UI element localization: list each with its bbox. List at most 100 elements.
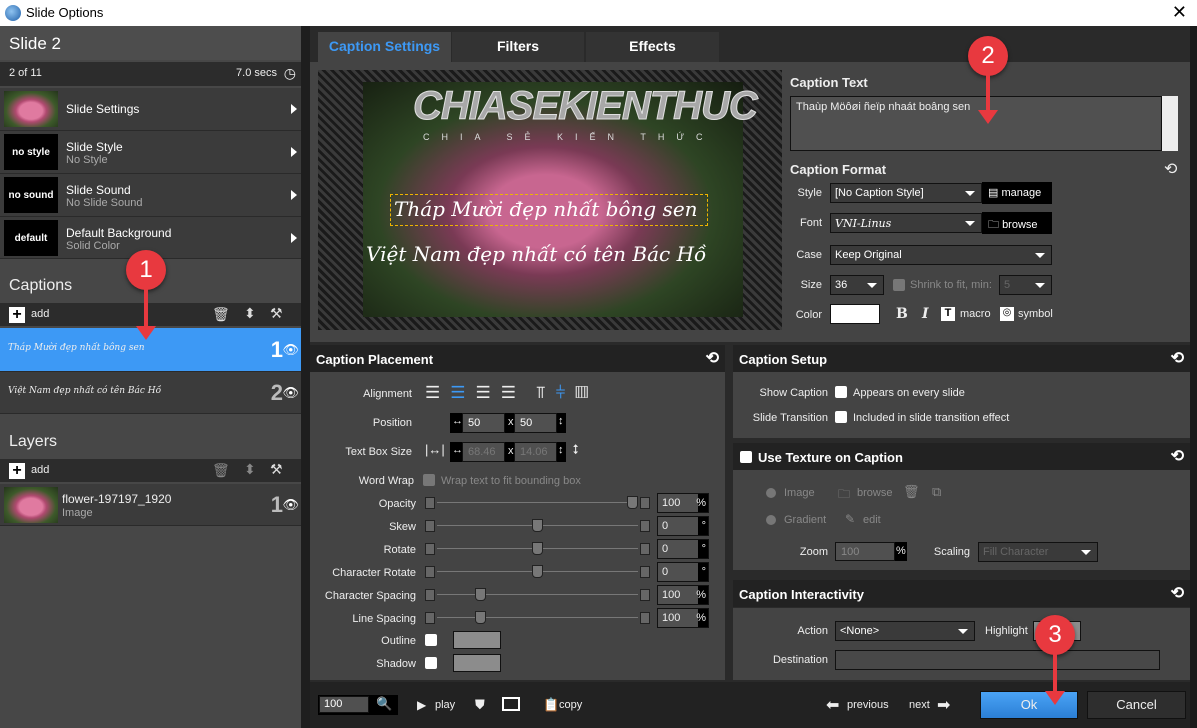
shrink-min-dropdown[interactable]: 5 bbox=[999, 275, 1052, 295]
font-dropdown[interactable]: VNI-Linus bbox=[830, 213, 982, 233]
slider-thumb[interactable] bbox=[475, 611, 486, 624]
textbox-width-input[interactable]: 68.46 bbox=[462, 442, 505, 462]
align-left-icon[interactable]: ☰ bbox=[425, 383, 450, 402]
italic-button[interactable]: I bbox=[922, 306, 929, 322]
manage-button[interactable]: ▤ manage bbox=[982, 182, 1052, 204]
image-radio[interactable] bbox=[766, 488, 776, 498]
layer-item[interactable]: flower-197197_1920 Image 1 👁 bbox=[0, 484, 301, 526]
magnifier-icon[interactable]: 🔍 bbox=[376, 696, 392, 712]
align-top-icon[interactable]: ⫪ bbox=[536, 383, 556, 402]
slide-duration[interactable]: 7.0 secs bbox=[236, 67, 277, 79]
slide-style-row[interactable]: no style Slide Style No Style bbox=[0, 131, 301, 174]
reset-icon[interactable]: ⟲ bbox=[1171, 446, 1184, 466]
align-bottom-icon[interactable]: ▥ bbox=[575, 383, 598, 402]
slider-value-input[interactable]: 0 bbox=[658, 517, 698, 535]
bold-button[interactable]: B bbox=[896, 306, 908, 322]
reset-icon[interactable]: ⟲ bbox=[1164, 159, 1177, 179]
fit-height-icon[interactable]: ⭥ bbox=[572, 442, 579, 458]
align-justify-icon[interactable]: ☰ bbox=[501, 383, 526, 402]
window-icon[interactable] bbox=[502, 697, 520, 711]
slider-value-input[interactable]: 0 bbox=[658, 563, 698, 581]
slider-increment-button[interactable] bbox=[640, 520, 650, 532]
tab-caption-settings[interactable]: Caption Settings bbox=[318, 32, 451, 62]
reset-icon[interactable]: ⟲ bbox=[1171, 583, 1184, 603]
eye-icon[interactable]: 👁 bbox=[282, 497, 299, 513]
fit-width-icon[interactable]: |↔| bbox=[425, 442, 445, 457]
shrink-to-fit-checkbox[interactable] bbox=[893, 279, 905, 291]
tools-icon[interactable]: ⚒ bbox=[270, 305, 283, 322]
reorder-icon[interactable]: ⬍ bbox=[244, 305, 256, 322]
gradient-radio[interactable] bbox=[766, 515, 776, 525]
color-swatch[interactable] bbox=[830, 304, 880, 324]
alignment-buttons[interactable]: ☰☰☰☰ ⫪⫩▥ bbox=[425, 383, 598, 403]
previous-button[interactable]: previous bbox=[847, 699, 889, 711]
slider[interactable] bbox=[425, 588, 650, 601]
trash-icon[interactable]: 🗑 bbox=[212, 306, 230, 323]
slider-thumb[interactable] bbox=[475, 588, 486, 601]
slide-sound-row[interactable]: no sound Slide Sound No Slide Sound bbox=[0, 174, 301, 217]
show-caption-checkbox[interactable] bbox=[835, 386, 847, 398]
slider-increment-button[interactable] bbox=[640, 543, 650, 555]
destination-input[interactable] bbox=[835, 650, 1160, 670]
slide-preview[interactable]: CHIASEKIENTHUC CHIA SẺ KIẾN THỨC Tháp Mư… bbox=[318, 70, 782, 330]
slider-thumb[interactable] bbox=[532, 519, 543, 532]
slider[interactable] bbox=[425, 542, 650, 555]
slider[interactable] bbox=[425, 496, 650, 509]
slider-thumb[interactable] bbox=[532, 565, 543, 578]
align-center-icon[interactable]: ☰ bbox=[450, 383, 475, 402]
plus-icon[interactable]: + bbox=[9, 463, 25, 479]
gradient-edit-button[interactable]: edit bbox=[863, 514, 881, 526]
eye-icon[interactable]: 👁 bbox=[282, 385, 299, 401]
slider-value-input[interactable]: 0 bbox=[658, 540, 698, 558]
export-icon[interactable]: ⧉ bbox=[932, 484, 941, 500]
wordwrap-checkbox[interactable] bbox=[423, 474, 435, 486]
symbol-button[interactable]: symbol bbox=[1018, 308, 1053, 320]
splitter[interactable] bbox=[301, 26, 310, 728]
align-right-icon[interactable]: ☰ bbox=[476, 383, 501, 402]
shield-icon[interactable]: ⛊ bbox=[475, 697, 485, 713]
shadow-checkbox[interactable] bbox=[425, 657, 437, 669]
add-layer-button[interactable]: add bbox=[31, 464, 49, 476]
trash-icon[interactable]: 🗑 bbox=[212, 462, 230, 479]
slider-decrement-button[interactable] bbox=[425, 520, 435, 532]
reset-icon[interactable]: ⟲ bbox=[1171, 348, 1184, 368]
preview-caption-2[interactable]: Việt Nam đẹp nhất có tên Bác Hồ bbox=[366, 242, 706, 266]
slider-increment-button[interactable] bbox=[640, 612, 650, 624]
clock-icon[interactable]: ◷ bbox=[284, 65, 296, 82]
slider-increment-button[interactable] bbox=[640, 566, 650, 578]
align-middle-icon[interactable]: ⫩ bbox=[556, 383, 576, 402]
slider-value-input[interactable]: 100 bbox=[658, 586, 698, 604]
slider-decrement-button[interactable] bbox=[425, 566, 435, 578]
slider-value-input[interactable]: 100 bbox=[658, 494, 698, 512]
style-dropdown[interactable]: [No Caption Style] bbox=[830, 183, 982, 203]
cancel-button[interactable]: Cancel bbox=[1087, 691, 1186, 719]
caption-item[interactable]: Việt Nam đẹp nhất có tên Bác Hồ 2 👁 bbox=[0, 372, 301, 414]
texture-browse-button[interactable]: browse bbox=[857, 487, 892, 499]
tab-effects[interactable]: Effects bbox=[586, 32, 719, 62]
slider-thumb[interactable] bbox=[627, 496, 638, 509]
action-dropdown[interactable]: <None> bbox=[835, 621, 975, 641]
macro-button[interactable]: macro bbox=[960, 308, 991, 320]
preview-caption-1[interactable]: Tháp Mười đẹp nhất bông sen bbox=[394, 197, 698, 221]
case-dropdown[interactable]: Keep Original bbox=[830, 245, 1052, 265]
shadow-color-swatch[interactable] bbox=[453, 654, 501, 672]
textbox-height-input[interactable]: 14.06 bbox=[514, 442, 557, 462]
slider-decrement-button[interactable] bbox=[425, 543, 435, 555]
slide-transition-checkbox[interactable] bbox=[835, 411, 847, 423]
trash-icon[interactable]: 🗑 bbox=[903, 484, 920, 500]
preview-zoom-input[interactable]: 100 bbox=[319, 696, 369, 713]
reorder-icon[interactable]: ⬍ bbox=[244, 461, 256, 478]
plus-icon[interactable]: + bbox=[9, 307, 25, 323]
slider-value-input[interactable]: 100 bbox=[658, 609, 698, 627]
slider-decrement-button[interactable] bbox=[425, 612, 435, 624]
use-texture-checkbox[interactable] bbox=[740, 451, 752, 463]
eye-icon[interactable]: 👁 bbox=[282, 342, 299, 358]
size-dropdown[interactable]: 36 bbox=[830, 275, 884, 295]
texture-zoom-input[interactable]: 100 bbox=[835, 542, 895, 561]
position-y-input[interactable]: 50 bbox=[514, 413, 557, 433]
slide-settings-row[interactable]: Slide Settings bbox=[0, 88, 301, 131]
copy-button[interactable]: copy bbox=[559, 699, 582, 711]
slider-decrement-button[interactable] bbox=[425, 589, 435, 601]
slider-increment-button[interactable] bbox=[640, 497, 650, 509]
reset-icon[interactable]: ⟲ bbox=[706, 348, 719, 368]
